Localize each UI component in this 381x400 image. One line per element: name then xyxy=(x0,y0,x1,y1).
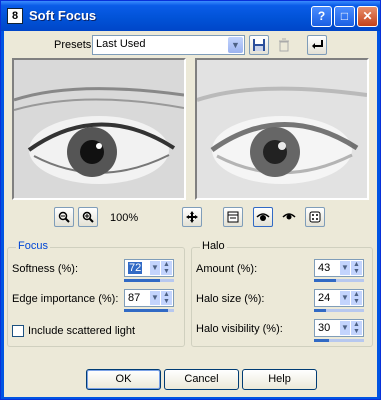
amount-slider[interactable] xyxy=(314,279,364,282)
halo-size-spinner[interactable]: 24 ▼ ▲ ▼ xyxy=(314,289,364,307)
zoom-in-button[interactable] xyxy=(78,207,98,227)
eye-icon xyxy=(282,213,296,220)
edge-importance-value[interactable]: 87 xyxy=(128,292,140,304)
proof-toggle-button[interactable] xyxy=(223,207,243,227)
halo-size-label: Halo size (%): xyxy=(196,293,265,305)
zoom-level: 100% xyxy=(110,212,139,224)
edge-importance-spinner[interactable]: 87 ▼ ▲ ▼ xyxy=(124,289,174,307)
save-icon xyxy=(253,39,265,51)
dice-icon xyxy=(309,211,321,223)
help-title-button[interactable]: ? xyxy=(311,6,332,27)
app-icon: 8 xyxy=(7,8,23,24)
halo-visibility-label: Halo visibility (%): xyxy=(196,323,283,335)
amount-value[interactable]: 43 xyxy=(318,262,330,274)
presets-dropdown[interactable]: Last Used ▼ xyxy=(92,35,245,55)
reset-button[interactable] xyxy=(307,35,327,55)
amount-slider-fill xyxy=(314,279,336,282)
move-icon xyxy=(186,211,198,223)
return-arrow-icon xyxy=(312,40,323,49)
presets-value: Last Used xyxy=(96,38,146,50)
chevron-down-icon[interactable]: ▼ xyxy=(150,291,160,305)
titlebar[interactable]: 8 Soft Focus ? □ ✕ xyxy=(1,1,380,31)
softness-slider[interactable] xyxy=(124,279,174,282)
delete-preset-button[interactable] xyxy=(274,35,294,55)
trash-icon xyxy=(279,38,289,52)
softness-label: Softness (%): xyxy=(12,263,79,275)
chevron-down-icon[interactable]: ▼ xyxy=(340,321,350,335)
halo-group-title: Halo xyxy=(200,240,227,252)
chevron-down-icon[interactable]: ▼ xyxy=(340,261,350,275)
cancel-button[interactable]: Cancel xyxy=(164,369,239,390)
edge-importance-label: Edge importance (%): xyxy=(12,293,119,305)
ok-button[interactable]: OK xyxy=(86,369,161,390)
amount-spinner[interactable]: 43 ▼ ▲ ▼ xyxy=(314,259,364,277)
softness-spinner[interactable]: 72 ▼ ▲ ▼ xyxy=(124,259,174,277)
close-button[interactable]: ✕ xyxy=(357,6,378,27)
edge-importance-slider-fill xyxy=(124,309,168,312)
auto-proof-button[interactable] xyxy=(253,207,273,227)
updown-icon[interactable]: ▲ ▼ xyxy=(161,291,172,305)
preview-on-image-button[interactable] xyxy=(279,207,299,227)
maximize-button[interactable]: □ xyxy=(334,6,355,27)
halo-size-slider-fill xyxy=(314,309,326,312)
halo-size-slider[interactable] xyxy=(314,309,364,312)
window-icon xyxy=(227,211,239,223)
save-preset-button[interactable] xyxy=(249,35,269,55)
halo-visibility-value[interactable]: 30 xyxy=(318,322,330,334)
result-preview[interactable] xyxy=(195,58,369,200)
original-preview[interactable] xyxy=(12,58,186,200)
eye-image-softened xyxy=(197,60,367,198)
softness-value[interactable]: 72 xyxy=(128,262,143,274)
chevron-down-icon[interactable]: ▼ xyxy=(150,261,160,275)
halo-visibility-slider-fill xyxy=(314,339,329,342)
soft-focus-window: 8 Soft Focus ? □ ✕ Presets: Last Used ▼ xyxy=(0,0,381,400)
chevron-down-icon[interactable]: ▼ xyxy=(228,37,243,53)
halo-visibility-slider[interactable] xyxy=(314,339,364,342)
focus-group-title: Focus xyxy=(16,240,50,252)
edge-importance-slider[interactable] xyxy=(124,309,174,312)
zoom-out-button[interactable] xyxy=(54,207,74,227)
dialog-body: Presets: Last Used ▼ 100% Focus Softness… xyxy=(4,31,377,397)
halo-size-value[interactable]: 24 xyxy=(318,292,330,304)
scattered-light-label[interactable]: Include scattered light xyxy=(28,325,135,337)
halo-visibility-spinner[interactable]: 30 ▼ ▲ ▼ xyxy=(314,319,364,337)
updown-icon[interactable]: ▲ ▼ xyxy=(351,321,362,335)
eye-image-original xyxy=(14,60,184,198)
zoom-in-icon xyxy=(82,211,94,223)
amount-label: Amount (%): xyxy=(196,263,258,275)
softness-slider-fill xyxy=(124,279,160,282)
zoom-out-icon xyxy=(58,211,70,223)
updown-icon[interactable]: ▲ ▼ xyxy=(351,291,362,305)
chevron-down-icon[interactable]: ▼ xyxy=(340,291,350,305)
randomize-button[interactable] xyxy=(305,207,325,227)
window-title: Soft Focus xyxy=(29,8,97,23)
scattered-light-checkbox[interactable] xyxy=(12,325,24,337)
eye-icon xyxy=(256,213,270,221)
help-button[interactable]: Help xyxy=(242,369,317,390)
updown-icon[interactable]: ▲ ▼ xyxy=(351,261,362,275)
presets-label: Presets: xyxy=(54,39,95,51)
updown-icon[interactable]: ▲ ▼ xyxy=(161,261,172,275)
pan-button[interactable] xyxy=(182,207,202,227)
